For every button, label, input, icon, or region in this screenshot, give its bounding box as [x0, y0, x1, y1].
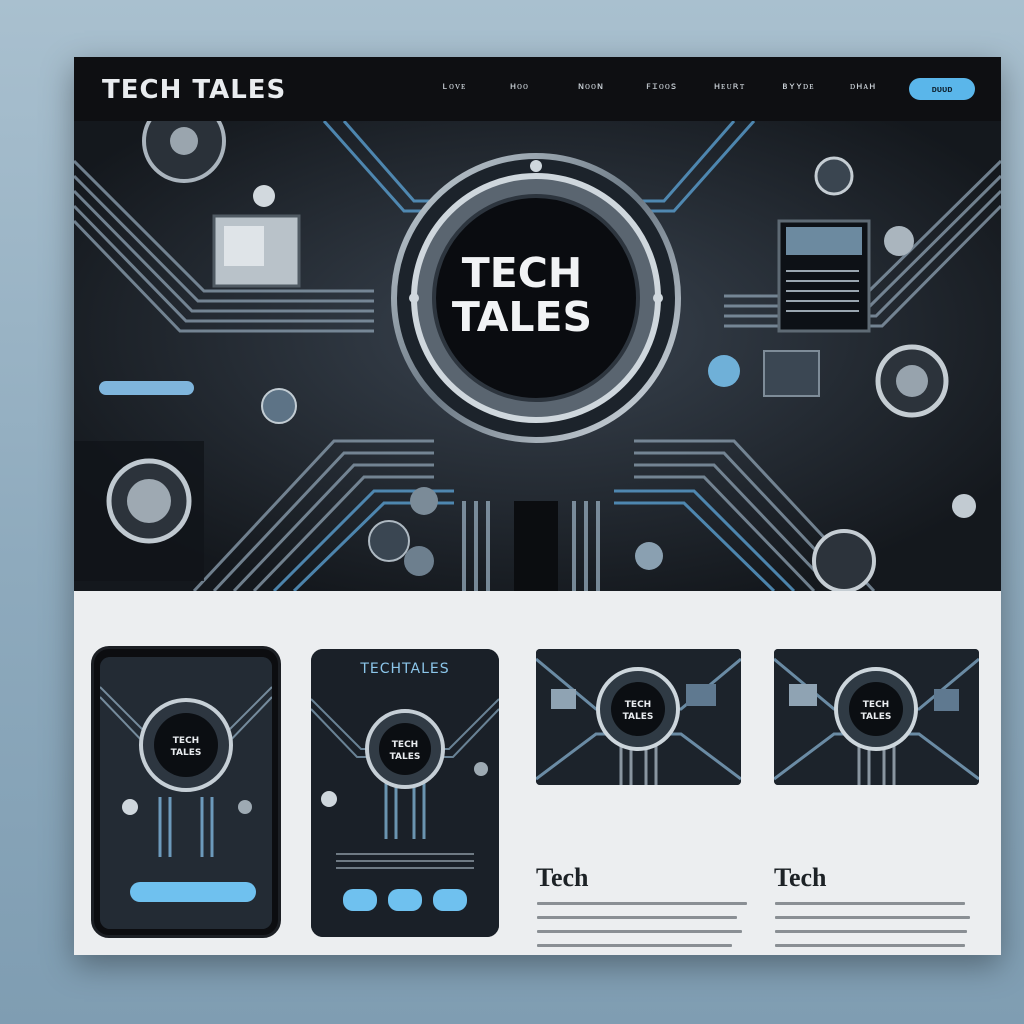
device-showcase-section: TECH TALES TECH TALES TECHTALES TECH TAL…	[74, 591, 1001, 955]
svg-text:TECH: TECH	[173, 736, 199, 746]
svg-text:TECH: TECH	[863, 700, 889, 710]
nav-item-6[interactable]: ʙʏʏᴅᴇ	[782, 81, 850, 92]
tablet-mockup: TECH TALES TECHTALES	[311, 649, 499, 937]
tablet-button-2[interactable]	[388, 889, 422, 911]
svg-text:TECH: TECH	[392, 740, 418, 750]
site-logo[interactable]: TECH TALES	[102, 75, 286, 105]
main-nav: ʟᴏᴠᴇ ʜᴏᴏ ɴᴏᴏɴ ꜰɪᴏᴏꜱ ʜᴇᴜʀᴛ ʙʏʏᴅᴇ ᴅʜᴀʜ	[442, 81, 918, 92]
phone-cta-button[interactable]	[130, 882, 256, 902]
hero-title-line-1: TECH	[461, 249, 583, 297]
nav-item-4[interactable]: ꜰɪᴏᴏꜱ	[646, 81, 714, 92]
website-mockup: TECH TALES ʟᴏᴠᴇ ʜᴏᴏ ɴᴏᴏɴ ꜰɪᴏᴏꜱ ʜᴇᴜʀᴛ ʙʏʏ…	[74, 57, 1001, 955]
nav-item-3[interactable]: ɴᴏᴏɴ	[578, 81, 646, 92]
cta-button[interactable]: ᴅᴜᴜᴅ	[909, 78, 975, 100]
phone-mockup: TECH TALES	[91, 646, 281, 938]
nav-item-7[interactable]: ᴅʜᴀʜ	[850, 81, 918, 92]
card-2-artwork: TECH TALES	[774, 649, 979, 785]
nav-item-5[interactable]: ʜᴇᴜʀᴛ	[714, 81, 782, 92]
svg-text:TALES: TALES	[861, 712, 892, 722]
hero-banner: TECH TALES	[74, 121, 1001, 591]
svg-text:TALES: TALES	[623, 712, 654, 722]
tablet-brand-title: TECHTALES	[360, 661, 450, 677]
card-1-artwork: TECH TALES	[536, 649, 741, 785]
svg-text:TALES: TALES	[171, 748, 202, 758]
article-card-1-title[interactable]: Tech	[536, 863, 589, 893]
article-card-2-title[interactable]: Tech	[774, 863, 827, 893]
nav-item-2[interactable]: ʜᴏᴏ	[510, 81, 578, 92]
tablet-button-3[interactable]	[433, 889, 467, 911]
phone-screen: TECH TALES	[100, 657, 272, 929]
circuit-board-artwork	[74, 121, 1001, 591]
top-navigation-bar: TECH TALES ʟᴏᴠᴇ ʜᴏᴏ ɴᴏᴏɴ ꜰɪᴏᴏꜱ ʜᴇᴜʀᴛ ʙʏʏ…	[74, 57, 1001, 121]
article-card-2-image[interactable]: TECH TALES	[774, 649, 979, 785]
svg-text:TECH: TECH	[625, 700, 651, 710]
hero-logo-title: TECH TALES	[432, 251, 612, 339]
svg-text:TALES: TALES	[390, 752, 421, 762]
article-card-1-image[interactable]: TECH TALES	[536, 649, 741, 785]
hero-title-line-2: TALES	[451, 293, 593, 341]
nav-item-1[interactable]: ʟᴏᴠᴇ	[442, 81, 510, 92]
tablet-button-1[interactable]	[343, 889, 377, 911]
